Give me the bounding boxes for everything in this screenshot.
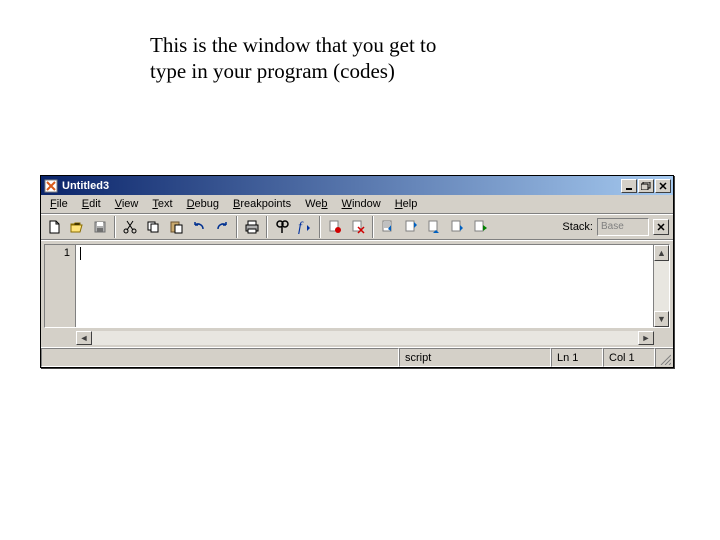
tool-bar: f Stack: Base xyxy=(41,214,673,240)
horizontal-scrollbar[interactable]: ◄ ► xyxy=(41,331,673,347)
clear-breakpoint-icon xyxy=(350,219,366,235)
status-column: Col 1 xyxy=(603,348,655,367)
title-bar[interactable]: Untitled3 xyxy=(41,176,673,195)
paste-icon xyxy=(168,219,184,235)
stack-dropdown[interactable]: Base xyxy=(597,218,649,236)
toolbar-separator xyxy=(319,216,321,238)
set-breakpoint-icon xyxy=(327,219,343,235)
continue-icon xyxy=(472,219,488,235)
clear-breakpoint-button[interactable] xyxy=(347,216,369,238)
status-bar: script Ln 1 Col 1 xyxy=(41,347,673,367)
step-over-icon xyxy=(403,219,419,235)
step-in-icon xyxy=(380,219,396,235)
close-button[interactable] xyxy=(655,179,671,193)
toolbar-separator xyxy=(372,216,374,238)
open-folder-icon xyxy=(69,219,85,235)
new-file-icon xyxy=(46,219,62,235)
save-button[interactable] xyxy=(89,216,111,238)
set-breakpoint-button[interactable] xyxy=(324,216,346,238)
app-icon xyxy=(43,178,59,194)
toolbar-separator xyxy=(236,216,238,238)
menu-bar: File Edit View Text Debug Breakpoints We… xyxy=(41,195,673,214)
scroll-track[interactable] xyxy=(654,261,669,311)
scroll-down-button[interactable]: ▼ xyxy=(654,311,669,327)
text-caret xyxy=(80,247,81,260)
step-out-icon xyxy=(426,219,442,235)
toolbar-separator xyxy=(114,216,116,238)
window-title: Untitled3 xyxy=(62,180,109,192)
code-input[interactable] xyxy=(76,245,653,327)
annotation-text: This is the window that you get to type … xyxy=(150,32,436,85)
redo-button[interactable] xyxy=(211,216,233,238)
run-to-cursor-icon xyxy=(449,219,465,235)
function-icon: f xyxy=(296,219,314,235)
scroll-track[interactable] xyxy=(92,331,638,345)
step-button[interactable] xyxy=(377,216,399,238)
menu-edit[interactable]: Edit xyxy=(75,197,108,211)
menu-window[interactable]: Window xyxy=(335,197,388,211)
paste-button[interactable] xyxy=(165,216,187,238)
show-functions-button[interactable]: f xyxy=(294,216,316,238)
minimize-button[interactable] xyxy=(621,179,637,193)
status-message xyxy=(41,348,399,367)
menu-file[interactable]: File xyxy=(43,197,75,211)
undo-button[interactable] xyxy=(188,216,210,238)
menu-view[interactable]: View xyxy=(108,197,146,211)
save-icon xyxy=(92,219,108,235)
scroll-up-button[interactable]: ▲ xyxy=(654,245,669,261)
copy-icon xyxy=(145,219,161,235)
svg-text:f: f xyxy=(298,220,304,235)
copy-button[interactable] xyxy=(142,216,164,238)
resize-grip[interactable] xyxy=(655,348,673,367)
status-file-type: script xyxy=(399,348,551,367)
editor-area: 1 ▲ ▼ xyxy=(41,240,673,331)
menu-help[interactable]: Help xyxy=(388,197,425,211)
stack-label: Stack: xyxy=(562,221,593,233)
menu-breakpoints[interactable]: Breakpoints xyxy=(226,197,298,211)
print-button[interactable] xyxy=(241,216,263,238)
line-number-gutter: 1 xyxy=(45,245,76,327)
undo-icon xyxy=(191,219,207,235)
new-file-button[interactable] xyxy=(43,216,65,238)
cut-icon xyxy=(122,219,138,235)
save-and-run-button[interactable] xyxy=(446,216,468,238)
scroll-right-button[interactable]: ► xyxy=(638,331,654,345)
find-button[interactable] xyxy=(271,216,293,238)
toolbar-separator xyxy=(266,216,268,238)
print-icon xyxy=(244,219,260,235)
status-line: Ln 1 xyxy=(551,348,603,367)
menu-debug[interactable]: Debug xyxy=(180,197,226,211)
find-icon xyxy=(274,219,290,235)
step-out-button[interactable] xyxy=(423,216,445,238)
step-in-button[interactable] xyxy=(400,216,422,238)
scroll-left-button[interactable]: ◄ xyxy=(76,331,92,345)
line-number: 1 xyxy=(45,247,70,259)
open-button[interactable] xyxy=(66,216,88,238)
editor-window: Untitled3 File Edit View Text Debug Brea… xyxy=(40,175,674,368)
redo-icon xyxy=(214,219,230,235)
vertical-scrollbar[interactable]: ▲ ▼ xyxy=(653,245,669,327)
exit-debug-button[interactable] xyxy=(469,216,491,238)
stack-close-button[interactable] xyxy=(653,219,669,235)
menu-web[interactable]: Web xyxy=(298,197,334,211)
menu-text[interactable]: Text xyxy=(145,197,179,211)
restore-button[interactable] xyxy=(638,179,654,193)
cut-button[interactable] xyxy=(119,216,141,238)
